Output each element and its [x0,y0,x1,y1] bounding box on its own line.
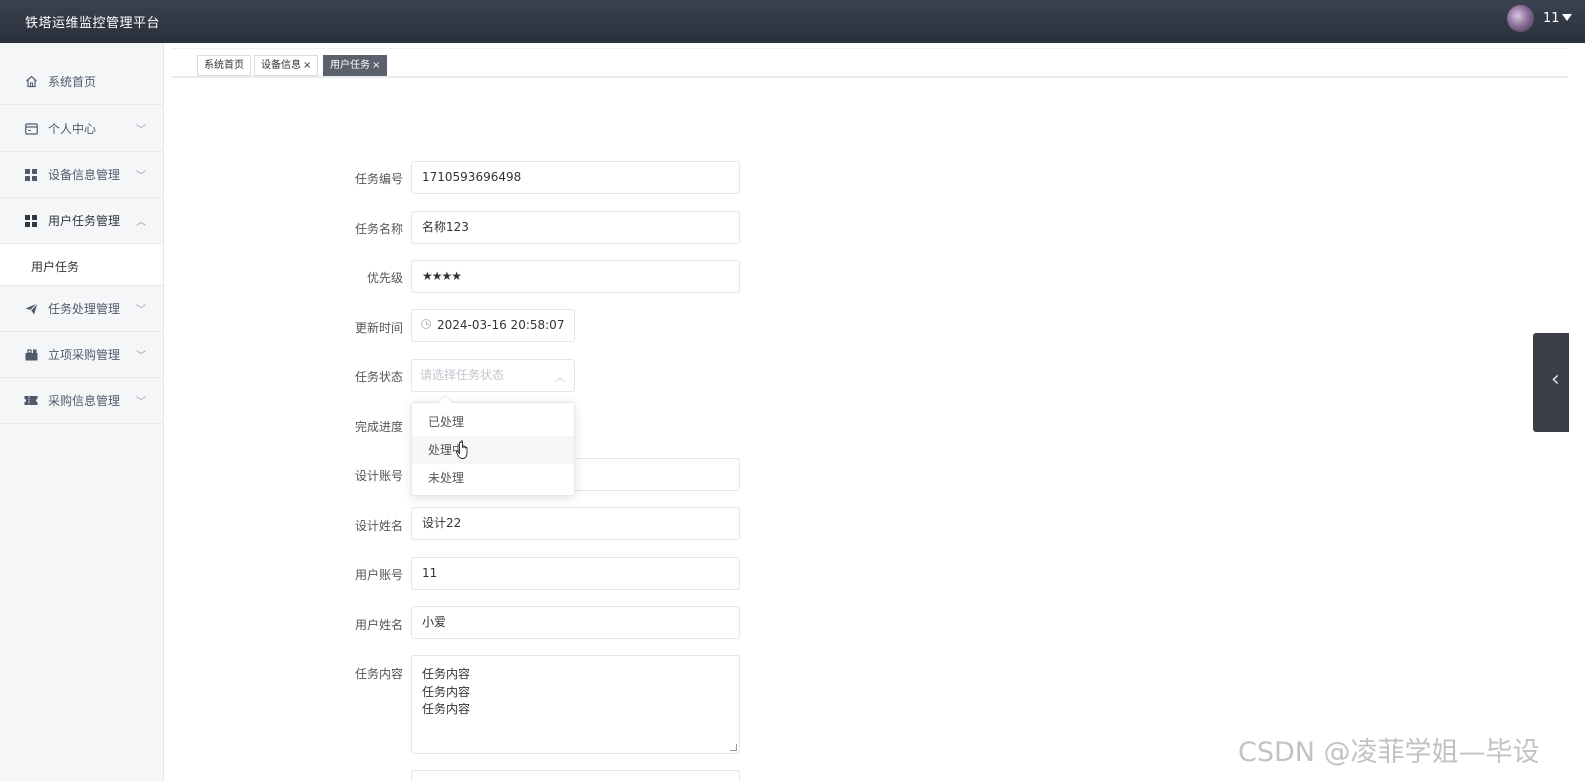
sidebar-item-label: 用户任务管理 [48,214,121,228]
priority-label: 优先级 [366,271,403,285]
briefcase-icon [24,348,38,362]
close-icon[interactable]: × [303,60,311,71]
task-status-label: 任务状态 [354,370,403,384]
sidebar-item-home[interactable]: 系统首页 [0,59,163,105]
next-field[interactable] [411,770,740,781]
tab-home[interactable]: 系统首页 [197,55,251,76]
user-account-field[interactable]: 11 [411,557,740,590]
ticket-icon [24,394,38,408]
card-icon [24,122,38,136]
top-bar: 铁塔运维监控管理平台 11 [0,0,1585,43]
tab-label: 设备信息 [261,60,301,71]
chevron-up-icon[interactable]: ︿ [555,369,565,384]
sidebar-item-label: 设备信息管理 [48,168,121,182]
sidebar: 系统首页 个人中心 ﹀ 设备信息管理 ﹀ 用户任务管理 ︿ 用户任务 任务处理管… [0,43,164,781]
send-icon [24,302,38,316]
status-option-processed[interactable]: 已处理 [412,408,574,436]
sidebar-item-label: 个人中心 [48,122,97,136]
grid-icon [24,168,38,182]
hand-cursor-icon [456,440,468,459]
task-name-field[interactable]: 名称123 [411,211,740,244]
side-panel-toggle[interactable]: ‹ [1533,333,1569,432]
tab-user-task[interactable]: 用户任务 × [323,55,388,76]
tab-device-info[interactable]: 设备信息 × [254,55,319,76]
sidebar-item-profile[interactable]: 个人中心 ﹀ [0,106,163,152]
task-status-select[interactable]: 请选择任务状态 [411,359,575,392]
chevron-up-icon: ︿ [136,217,146,228]
task-content-line: 任务内容 [422,667,471,681]
clock-icon [421,319,431,329]
user-menu-caret-icon[interactable] [1562,14,1572,21]
sidebar-item-user-task[interactable]: 用户任务管理 ︿ [0,198,163,244]
chevron-down-icon: ﹀ [136,397,146,408]
update-time-field[interactable]: 2024-03-16 20:58:07 [411,309,575,342]
resize-handle-icon[interactable] [730,744,737,751]
task-content-textarea[interactable]: 任务内容 任务内容 任务内容 [411,655,740,754]
progress-label: 完成进度 [354,420,403,434]
user-name-field[interactable]: 小爱 [411,606,740,639]
tab-label: 用户任务 [330,60,370,71]
sidebar-item-label: 采购信息管理 [48,394,121,408]
tabs-bar: 系统首页 设备信息 × 用户任务 × [172,48,1568,78]
sidebar-item-project-procurement[interactable]: 立项采购管理 ﹀ [0,332,163,378]
priority-field[interactable]: ★★★★ [411,260,740,293]
task-no-label: 任务编号 [354,172,403,186]
chevron-left-icon: ‹ [1551,367,1560,392]
update-time-label: 更新时间 [354,321,403,335]
avatar[interactable] [1507,5,1534,32]
home-icon [24,75,38,89]
task-name-label: 任务名称 [354,222,403,236]
designer-name-label: 设计姓名 [354,519,403,533]
chevron-down-icon: ﹀ [136,351,146,362]
sidebar-subitem-label: 用户任务 [31,260,80,274]
watermark: CSDN @凌菲学姐—毕设 [1238,737,1540,768]
user-name-label: 用户姓名 [354,618,403,632]
status-option-processing[interactable]: 处理中 [412,436,574,464]
status-option-unprocessed[interactable]: 未处理 [412,464,574,492]
tab-label: 系统首页 [204,60,244,71]
chevron-down-icon: ﹀ [136,305,146,316]
task-content-label: 任务内容 [354,667,403,681]
sidebar-item-label: 任务处理管理 [48,302,121,316]
task-content-line: 任务内容 [422,702,471,716]
sidebar-item-task-processing[interactable]: 任务处理管理 ﹀ [0,286,163,332]
sidebar-item-label: 系统首页 [48,75,97,89]
designer-account-label: 设计账号 [354,469,403,483]
sidebar-item-procurement-info[interactable]: 采购信息管理 ﹀ [0,378,163,424]
sidebar-item-label: 立项采购管理 [48,348,121,362]
status-dropdown: 已处理 处理中 未处理 [411,402,575,496]
task-content-line: 任务内容 [422,684,471,699]
chevron-down-icon: ﹀ [136,125,146,136]
sidebar-item-device-info[interactable]: 设备信息管理 ﹀ [0,152,163,198]
close-icon[interactable]: × [372,60,380,71]
user-account-label: 用户账号 [354,568,403,582]
sidebar-subitem-user-task[interactable]: 用户任务 [0,244,163,286]
user-name[interactable]: 11 [1543,11,1560,26]
grid-icon [24,214,38,228]
task-no-field[interactable]: 1710593696498 [411,161,740,194]
designer-name-field[interactable]: 设计22 [411,507,740,540]
app-title: 铁塔运维监控管理平台 [25,16,161,31]
chevron-down-icon: ﹀ [136,171,146,182]
